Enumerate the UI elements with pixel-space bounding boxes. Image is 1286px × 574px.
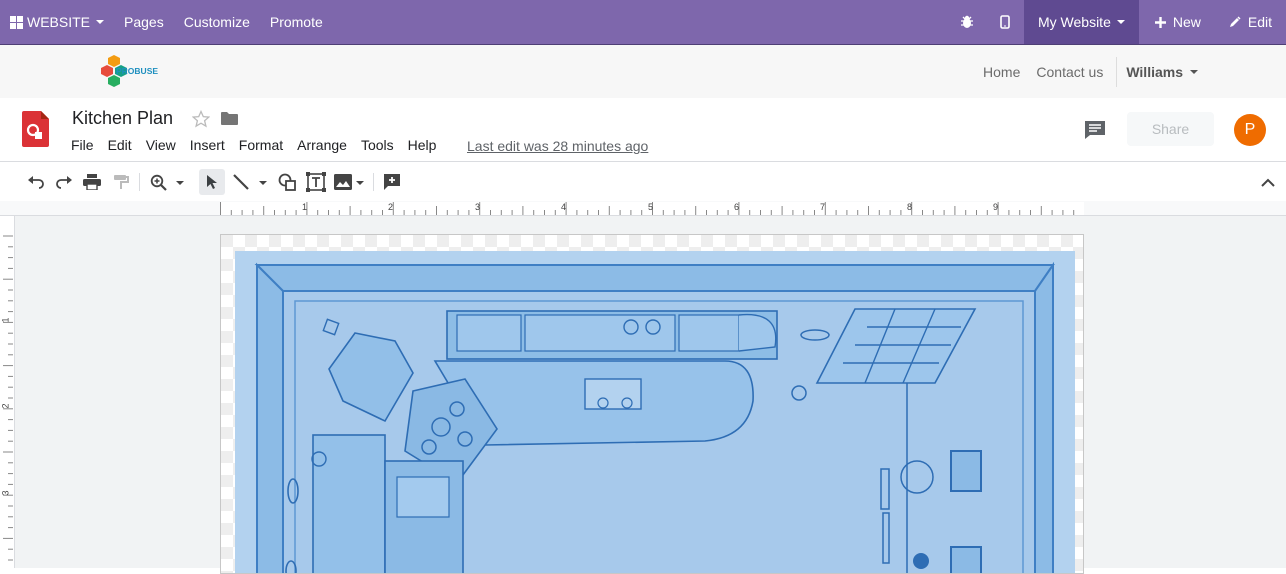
ruler-number: 3 [475,202,481,212]
nav-divider [1116,57,1118,87]
toolbar-divider [139,173,140,191]
promote-menu[interactable]: Promote [260,0,333,44]
apps-grid-icon [10,15,23,29]
redo-icon[interactable] [53,171,75,193]
site-header: PROBUSE Home Contact us Williams [0,44,1286,98]
chevron-down-icon[interactable] [259,181,267,185]
ruler-number: 6 [734,202,740,212]
my-website-menu[interactable]: My Website [1023,0,1139,44]
star-icon[interactable] [191,109,211,133]
menu-view[interactable]: View [139,137,183,153]
menu-format[interactable]: Format [232,137,290,153]
text-box-icon[interactable] [305,171,327,193]
ruler-number: 4 [561,202,567,212]
avatar[interactable]: P [1234,114,1266,146]
drawings-app-icon[interactable] [22,111,49,152]
drawing-toolbar [0,163,1286,201]
ruler-number: 2 [0,403,11,409]
line-tool-icon[interactable] [230,171,252,193]
site-logo[interactable]: PROBUSE [100,53,172,91]
menu-edit[interactable]: Edit [101,137,139,153]
toolbar-divider [373,173,374,191]
nav-home-link[interactable]: Home [975,64,1028,80]
menu-help[interactable]: Help [401,137,444,153]
user-name: Williams [1126,64,1183,80]
paint-format-icon[interactable] [110,171,132,193]
zoom-icon[interactable] [147,171,169,193]
ruler-number: 1 [302,202,308,212]
my-website-label: My Website [1037,14,1111,30]
horizontal-ruler: 1 2 3 4 5 6 7 8 9 [0,201,1286,216]
undo-icon[interactable] [25,171,47,193]
chevron-down-icon[interactable] [176,181,184,185]
comment-icon[interactable] [1084,120,1106,145]
document-header: Kitchen Plan File Edit View Insert Forma… [0,98,1286,162]
kitchen-floor-plan-image[interactable] [235,251,1075,574]
menu-tools[interactable]: Tools [354,137,401,153]
pages-menu[interactable]: Pages [114,0,174,44]
chevron-down-icon[interactable] [356,181,364,185]
share-button[interactable]: Share [1127,112,1214,146]
shape-tool-icon[interactable] [276,171,298,193]
add-comment-icon[interactable] [381,171,403,193]
pencil-icon [1229,16,1241,28]
menu-bar: File Edit View Insert Format Arrange Too… [64,137,443,153]
chevron-down-icon [96,20,105,24]
folder-icon[interactable] [221,111,238,130]
last-edit-link[interactable]: Last edit was 28 minutes ago [467,138,648,154]
ruler-ticks [3,235,13,572]
avatar-letter: P [1244,121,1256,138]
plus-icon [1154,16,1166,28]
vertical-ruler: 1 2 3 [0,216,15,572]
ruler-number: 5 [648,202,654,212]
bug-icon [960,15,974,29]
svg-text:PROBUSE: PROBUSE [116,66,158,76]
mobile-preview-button[interactable] [986,0,1024,44]
new-label: New [1172,14,1201,30]
website-menu-label: WEBSITE [27,14,91,30]
drawing-page[interactable] [220,234,1084,574]
image-icon[interactable] [332,171,354,193]
chevron-down-icon [1116,20,1125,24]
ruler-number: 1 [0,317,11,323]
site-nav: Home Contact us Williams [975,45,1198,99]
website-topbar: WEBSITE Pages Customize Promote My Websi… [0,0,1286,44]
customize-menu[interactable]: Customize [174,0,260,44]
website-menu[interactable]: WEBSITE [0,0,114,44]
ruler-number: 8 [907,202,913,212]
ruler-number: 7 [820,202,826,212]
document-title[interactable]: Kitchen Plan [72,108,173,129]
share-label: Share [1151,121,1190,137]
mobile-icon [1000,15,1010,29]
chevron-down-icon [1190,70,1198,74]
print-icon[interactable] [81,171,103,193]
new-button[interactable]: New [1139,0,1217,44]
menu-file[interactable]: File [64,137,101,153]
menu-arrange[interactable]: Arrange [290,137,354,153]
collapse-icon[interactable] [1257,171,1279,193]
ruler-number: 9 [993,202,999,212]
user-menu[interactable]: Williams [1122,64,1198,80]
edit-button[interactable]: Edit [1217,0,1286,44]
menu-insert[interactable]: Insert [183,137,232,153]
ruler-number: 2 [388,202,394,212]
edit-label: Edit [1247,14,1272,30]
select-tool-icon[interactable] [199,169,225,195]
debug-button[interactable] [948,0,986,44]
nav-contact-link[interactable]: Contact us [1028,64,1111,80]
ruler-number: 3 [0,490,11,496]
